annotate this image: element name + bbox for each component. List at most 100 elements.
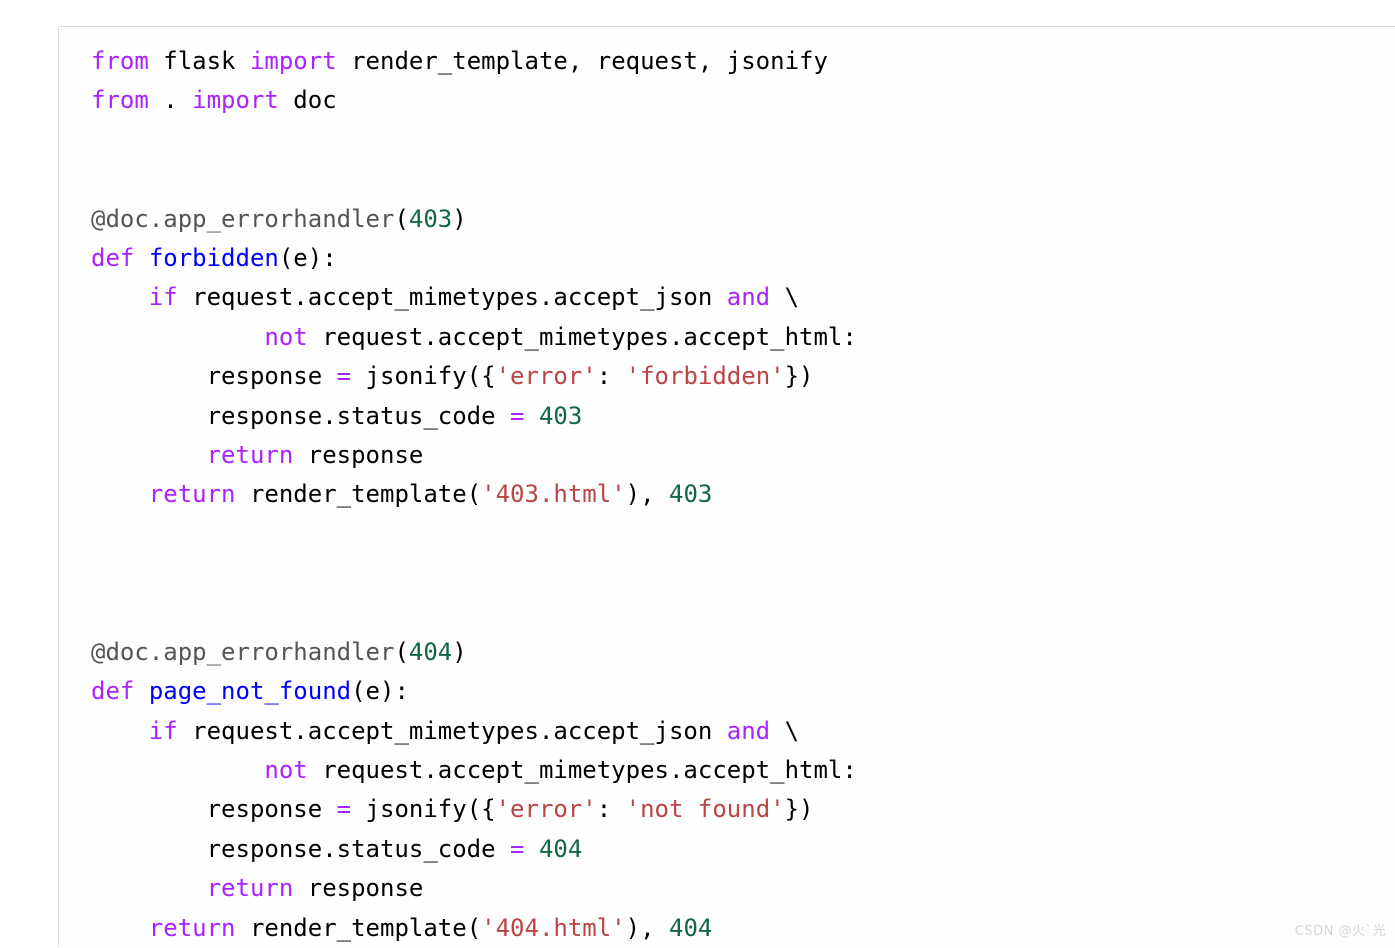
code-token-num: 404 <box>669 913 713 942</box>
code-line: @doc.app_errorhandler(403) <box>91 200 857 239</box>
code-token-name: request.accept_mimetypes.accept_json <box>177 716 727 745</box>
code-token-num: 403 <box>408 204 453 233</box>
code-token-kw: import <box>249 47 337 75</box>
code-token-name: ( <box>394 637 409 666</box>
code-token-name: ), <box>625 480 669 509</box>
code-token-name: jsonify({ <box>351 362 496 391</box>
code-token-kw: return <box>206 440 294 469</box>
code-token-name <box>91 480 149 508</box>
code-token-dec: @doc.app_errorhandler <box>91 204 395 233</box>
code-token-op: = <box>510 401 525 430</box>
code-token-name: flask <box>163 47 236 75</box>
code-token-name: : <box>596 795 626 824</box>
csdn-watermark: CSDN @火`光 <box>1294 924 1386 939</box>
code-token-name: (e): <box>278 243 337 272</box>
code-token-kw: def <box>91 677 135 706</box>
code-token-name: . <box>148 86 193 115</box>
code-line: response = jsonify({'error': 'forbidden'… <box>91 357 857 396</box>
code-token-str: 'forbidden' <box>625 362 785 391</box>
code-token-name: response <box>293 874 424 903</box>
code-token-op: = <box>510 834 525 863</box>
code-token-num: 403 <box>669 480 713 509</box>
code-token-name: ( <box>394 204 409 233</box>
code-token-name: }) <box>784 795 814 824</box>
code-token-name <box>524 835 538 863</box>
code-token-fn: page_not_found <box>148 677 352 706</box>
code-token-op: = <box>336 362 352 391</box>
code-token-name: doc <box>278 86 337 115</box>
code-token-str: 'not found' <box>625 795 785 824</box>
code-token-fn: forbidden <box>148 243 279 272</box>
code-line: response = jsonify({'error': 'not found'… <box>91 790 857 829</box>
code-token-name: \ <box>770 283 800 312</box>
code-line: response.status_code = 403 <box>91 397 857 436</box>
code-token-name <box>134 677 148 705</box>
code-token-kw: return <box>148 913 236 942</box>
code-token-name: render_template( <box>235 913 482 942</box>
code-token-str: 'error' <box>495 795 597 824</box>
code-token-name: ) <box>452 637 467 666</box>
code-line: return render_template('404.html'), 404 <box>91 909 857 948</box>
code-token-kw: return <box>148 480 236 509</box>
code-token-name: : <box>596 362 626 391</box>
code-lines: from flask import render_template, reque… <box>91 42 857 948</box>
code-line: if request.accept_mimetypes.accept_json … <box>91 278 857 317</box>
code-token-kw: from <box>91 47 149 75</box>
code-token-name <box>91 283 149 311</box>
code-token-kw: return <box>206 874 294 903</box>
code-token-kw: not <box>264 756 308 785</box>
code-token-kw: import <box>192 86 279 115</box>
code-token-name: response <box>91 362 337 391</box>
code-line: if request.accept_mimetypes.accept_json … <box>91 712 857 751</box>
code-token-name: jsonify({ <box>351 795 496 824</box>
code-line: return response <box>91 436 857 475</box>
code-token-name <box>91 441 207 469</box>
code-token-name <box>91 914 149 942</box>
code-line: @doc.app_errorhandler(404) <box>91 633 857 672</box>
code-token-name <box>91 756 264 784</box>
code-line: return response <box>91 869 857 908</box>
code-token-kw: from <box>91 86 149 115</box>
code-line: not request.accept_mimetypes.accept_html… <box>91 751 857 790</box>
code-token-num: 404 <box>408 637 453 666</box>
code-token-kw: and <box>726 283 771 312</box>
code-token-name: (e): <box>351 677 409 706</box>
code-line: response.status_code = 404 <box>91 830 857 869</box>
code-token-kw: if <box>148 716 178 745</box>
code-line: not request.accept_mimetypes.accept_html… <box>91 318 857 357</box>
code-token-name: \ <box>770 716 800 745</box>
code-token-name: ), <box>625 913 669 942</box>
code-token-kw: def <box>91 243 135 272</box>
code-token-name: response <box>91 795 337 824</box>
code-token-num: 403 <box>538 401 583 430</box>
code-token-kw: if <box>148 283 178 312</box>
code-token-num: 404 <box>538 834 583 863</box>
code-block: from flask import render_template, reque… <box>58 26 1395 947</box>
code-token-op: = <box>336 795 352 824</box>
code-line: return render_template('403.html'), 403 <box>91 475 857 514</box>
code-token-name: response <box>293 440 424 469</box>
code-token-name <box>524 402 538 430</box>
code-token-dec: @doc.app_errorhandler <box>91 637 395 666</box>
code-token-name <box>91 323 264 351</box>
code-token-name: response.status_code <box>91 834 511 863</box>
code-token-name: request.accept_mimetypes.accept_json <box>177 283 727 312</box>
code-token-name: request.accept_mimetypes.accept_html: <box>307 756 857 785</box>
code-token-name: render_template, request, jsonify <box>336 47 828 75</box>
code-token-name: response.status_code <box>91 401 511 430</box>
page-root: from flask import render_template, reque… <box>0 0 1395 947</box>
code-line: from . import doc <box>91 81 857 120</box>
code-token-name <box>91 717 149 745</box>
code-token-name: }) <box>784 362 814 391</box>
code-token-str: '403.html' <box>481 480 626 509</box>
code-token-name: request.accept_mimetypes.accept_html: <box>307 322 857 351</box>
code-token-kw: not <box>264 322 308 351</box>
code-line: def page_not_found(e): <box>91 672 857 711</box>
code-token-name <box>236 47 250 75</box>
code-token-kw: and <box>726 716 771 745</box>
